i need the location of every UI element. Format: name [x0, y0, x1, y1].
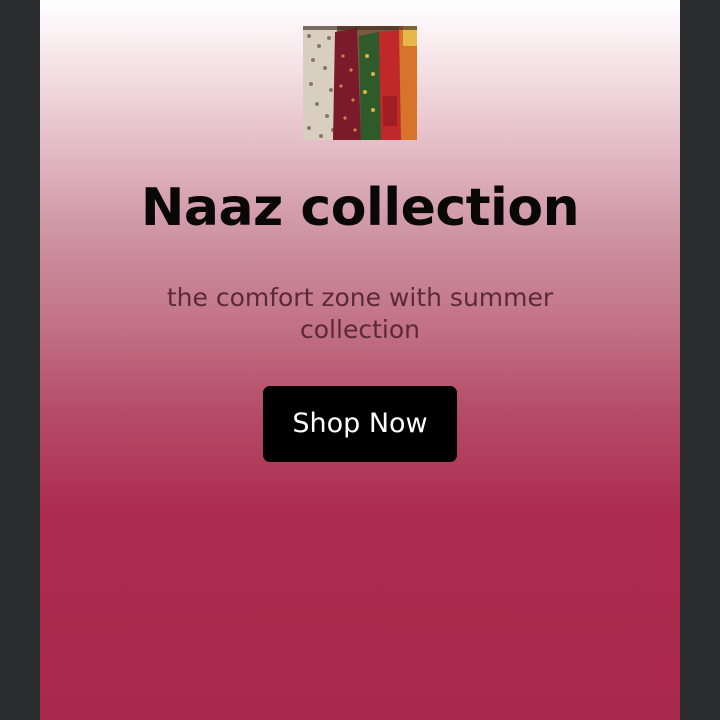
tagline: the comfort zone with summer collection	[166, 283, 554, 344]
right-margin	[680, 0, 720, 720]
dresses-photo	[303, 26, 417, 140]
hero-section: Naaz collection the comfort zone with su…	[40, 0, 680, 720]
page-title: Naaz collection	[140, 178, 580, 238]
left-margin	[0, 0, 40, 720]
product-image[interactable]	[303, 26, 417, 140]
shop-now-button[interactable]: Shop Now	[263, 386, 457, 462]
